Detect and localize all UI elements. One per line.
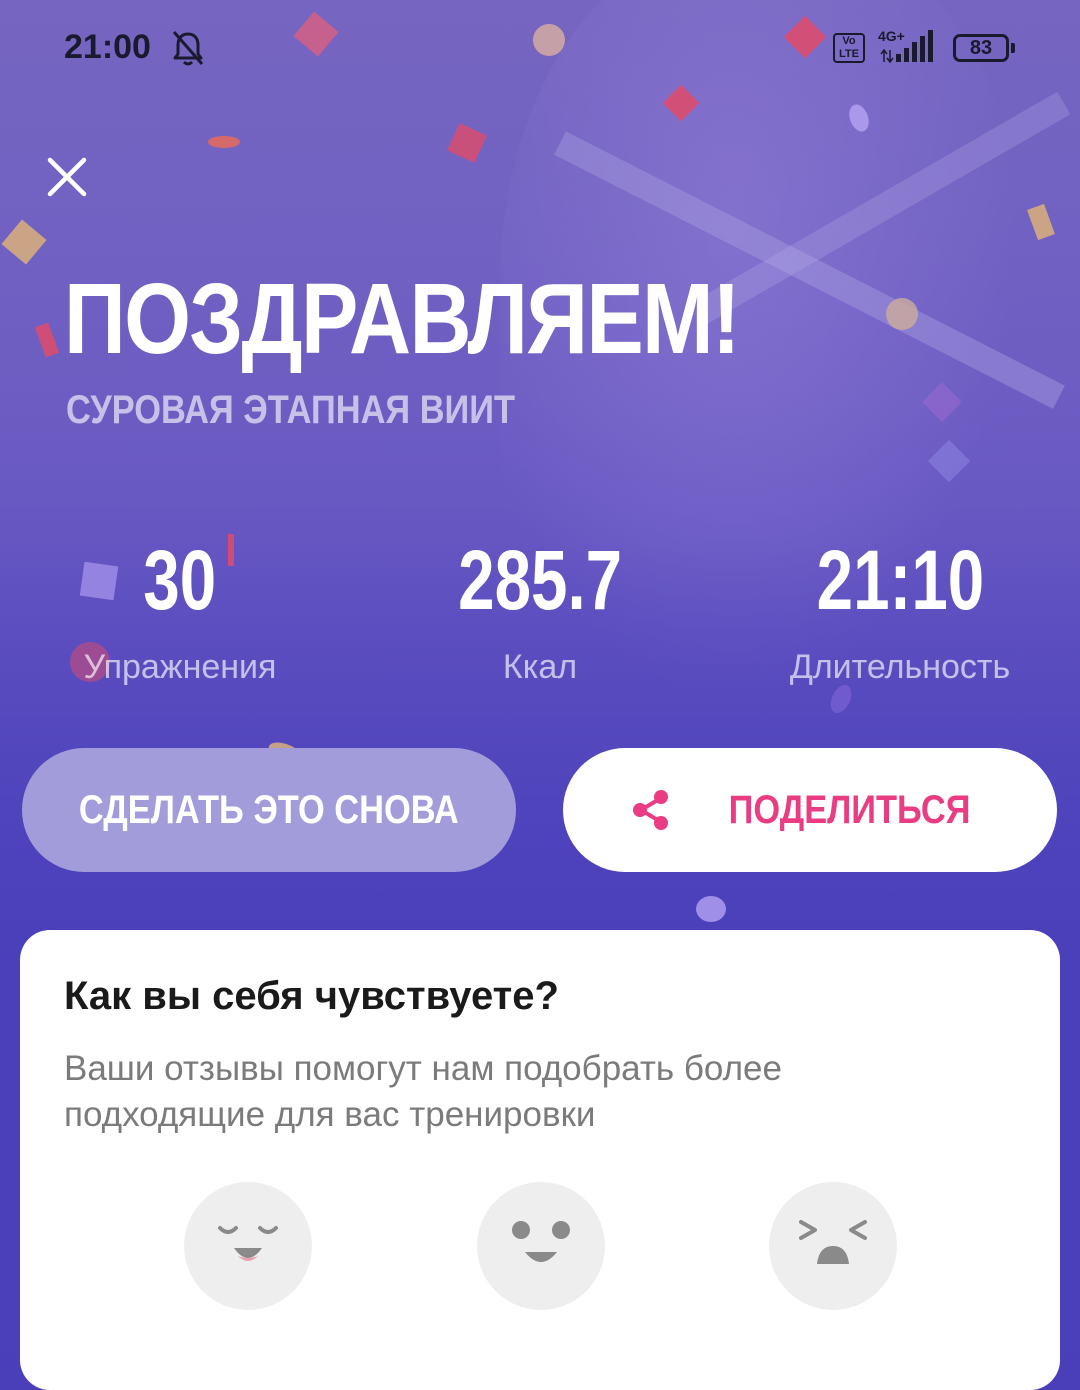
workout-stats: 30 Упражнения 285.7 Ккал 21:10 Длительно… <box>0 530 1080 700</box>
stat-value: 285.7 <box>458 533 622 627</box>
status-bar: 21:00 Vo LTE 4G+ 83 <box>0 0 1080 96</box>
stat-label: Длительность <box>789 648 1011 686</box>
volte-indicator: Vo LTE <box>833 33 865 63</box>
share-icon <box>633 790 669 830</box>
feedback-description: Ваши отзывы помогут нам подобрать более … <box>64 1049 782 1134</box>
congratulations-title: ПОЗДРАВЛЯЕМ! <box>64 263 741 375</box>
feedback-title: Как вы себя чувствуете? <box>64 974 559 1018</box>
happy-face-icon[interactable] <box>184 1182 312 1310</box>
stat-calories: 285.7 Ккал <box>360 530 720 687</box>
stat-label: Ккал <box>502 648 578 686</box>
confetti <box>696 896 726 922</box>
share-label: ПОДЕЛИТЬСЯ <box>729 787 971 832</box>
signal-icon <box>880 30 933 64</box>
workout-name: СУРОВАЯ ЭТАПНАЯ ВИИТ <box>66 388 516 432</box>
status-time: 21:00 <box>64 28 151 66</box>
confetti <box>208 136 240 148</box>
stat-label: Упражнения <box>83 648 277 686</box>
feedback-card: Как вы себя чувствуете? Ваши отзывы помо… <box>20 930 1060 1390</box>
stat-exercises: 30 Упражнения <box>0 530 360 687</box>
close-icon[interactable] <box>44 154 90 200</box>
share-button[interactable]: ПОДЕЛИТЬСЯ <box>563 748 1057 872</box>
stat-value: 30 <box>143 533 217 627</box>
surprised-face-icon[interactable] <box>477 1182 605 1310</box>
bell-muted-icon <box>172 31 204 66</box>
do-again-label: СДЕЛАТЬ ЭТО СНОВА <box>79 787 459 832</box>
stat-duration: 21:10 Длительность <box>720 530 1080 687</box>
exhausted-face-icon[interactable] <box>769 1182 897 1310</box>
do-again-button[interactable]: СДЕЛАТЬ ЭТО СНОВА <box>22 748 516 872</box>
battery-icon: 83 <box>953 34 1015 62</box>
confetti <box>886 298 918 330</box>
stat-value: 21:10 <box>816 533 984 627</box>
